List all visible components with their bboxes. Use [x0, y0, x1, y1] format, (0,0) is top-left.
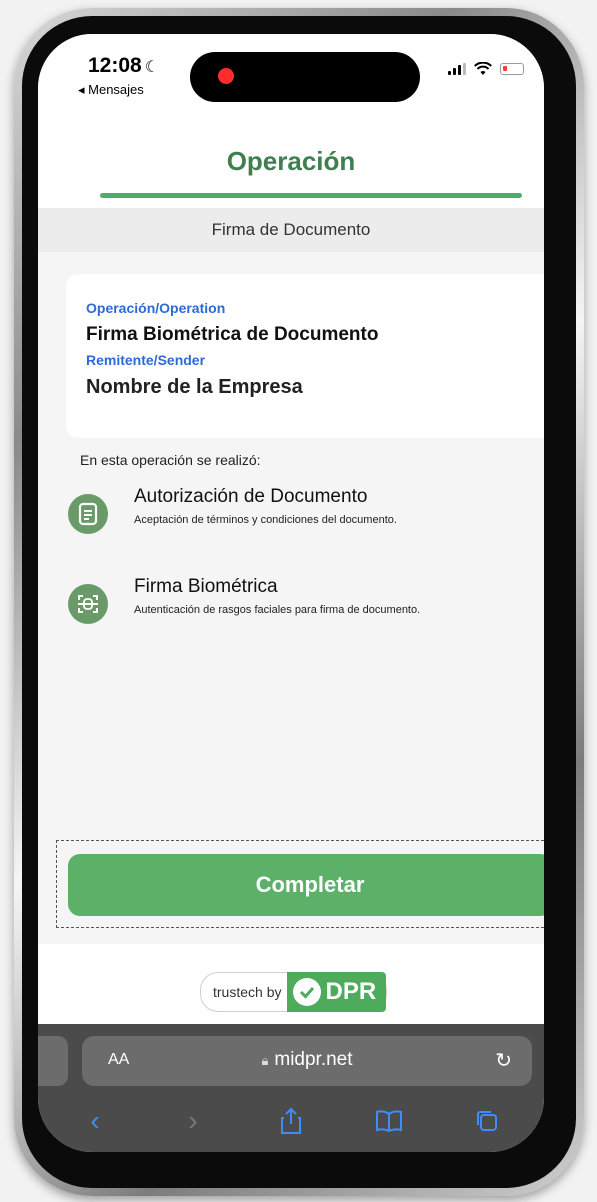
- battery-icon: [500, 63, 524, 75]
- title-underline: [100, 193, 522, 198]
- operation-item-biometric: Firma Biométrica Autenticación de rasgos…: [68, 576, 544, 624]
- status-bar: 12:08 ☾ ◂ Mensajes: [38, 34, 544, 110]
- url-display[interactable]: 🔒︎ midpr.net: [82, 1049, 532, 1071]
- face-scan-icon: [68, 584, 108, 624]
- share-icon[interactable]: [271, 1101, 311, 1141]
- document-icon: [68, 494, 108, 534]
- operation-card: Operación/Operation Firma Biométrica de …: [66, 274, 544, 438]
- back-icon[interactable]: ‹: [75, 1101, 115, 1141]
- footer: trustech by DPR: [38, 944, 544, 1024]
- status-icons: [448, 62, 524, 76]
- operation-label: Operación/Operation: [86, 300, 226, 316]
- check-icon: [293, 978, 322, 1006]
- operation-item-authorization: Autorización de Documento Aceptación de …: [68, 486, 544, 534]
- operation-value: Firma Biométrica de Documento: [86, 324, 379, 345]
- phone-frame: 12:08 ☾ ◂ Mensajes Operación Firma de Doc…: [14, 8, 584, 1196]
- operation-title: Autorización de Documento: [134, 486, 368, 507]
- sender-value: Nombre de la Empresa: [86, 376, 303, 398]
- operation-description: Autenticación de rasgos faciales para fi…: [134, 604, 421, 616]
- complete-button[interactable]: Completar: [68, 854, 544, 916]
- brand-name: DPR: [325, 978, 377, 1005]
- section-header: Firma de Documento: [38, 208, 544, 252]
- page-title: Operación: [226, 146, 356, 176]
- status-time: 12:08 ☾: [88, 54, 160, 77]
- lock-icon: 🔒︎: [261, 1053, 269, 1068]
- operations-intro: En esta operación se realizó:: [80, 452, 261, 468]
- browser-toolbar: ‹ ›: [38, 1096, 544, 1146]
- operation-title: Firma Biométrica: [134, 576, 278, 597]
- browser-bar: AA 🔒︎ midpr.net ↻ ‹ ›: [38, 1024, 544, 1152]
- address-bar[interactable]: AA 🔒︎ midpr.net ↻: [82, 1036, 532, 1086]
- bookmarks-icon[interactable]: [369, 1101, 409, 1141]
- reload-icon[interactable]: ↻: [495, 1048, 512, 1073]
- previous-tab[interactable]: [38, 1036, 68, 1086]
- wifi-icon: [474, 62, 492, 75]
- signal-icon: [448, 63, 466, 75]
- sender-label: Remitente/Sender: [86, 352, 206, 368]
- operation-description: Aceptación de términos y condiciones del…: [134, 514, 397, 526]
- back-to-app-link[interactable]: ◂ Mensajes: [78, 82, 144, 98]
- dynamic-island: [190, 52, 420, 102]
- trustech-badge: trustech by DPR: [200, 972, 388, 1012]
- recording-dot-icon: [218, 68, 234, 84]
- moon-icon: ☾: [144, 59, 160, 76]
- phone-screen: 12:08 ☾ ◂ Mensajes Operación Firma de Doc…: [38, 34, 544, 1152]
- badge-text: trustech by: [213, 984, 282, 1000]
- tabs-icon[interactable]: [467, 1101, 507, 1141]
- complete-button-container: Completar: [56, 840, 544, 928]
- forward-icon[interactable]: ›: [173, 1101, 213, 1141]
- url-text: midpr.net: [274, 1049, 353, 1070]
- dpr-logo: DPR: [287, 972, 387, 1012]
